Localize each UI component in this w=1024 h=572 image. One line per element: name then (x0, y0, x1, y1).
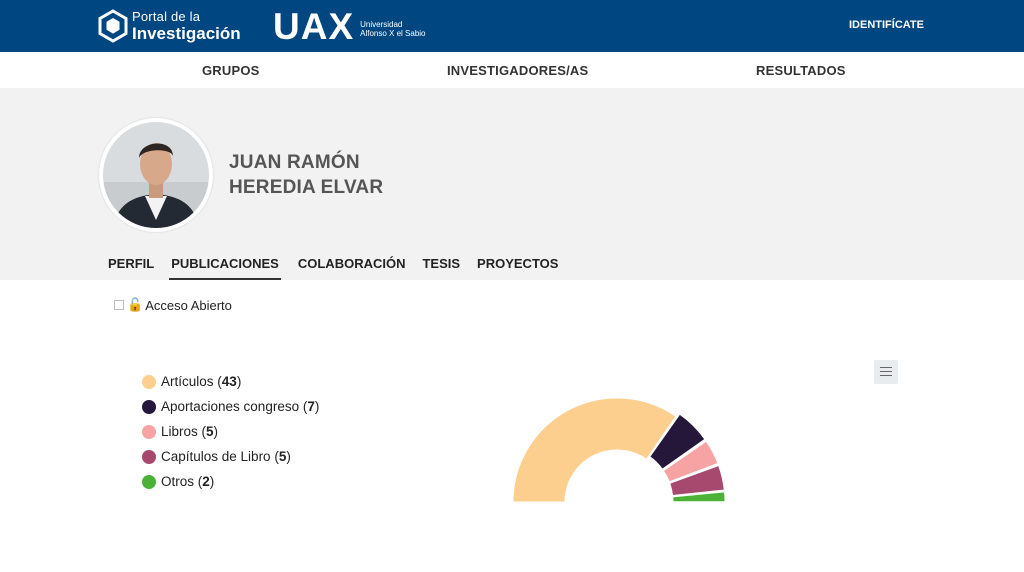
chart-slice-0[interactable] (512, 397, 677, 503)
publications-chart (512, 397, 726, 503)
